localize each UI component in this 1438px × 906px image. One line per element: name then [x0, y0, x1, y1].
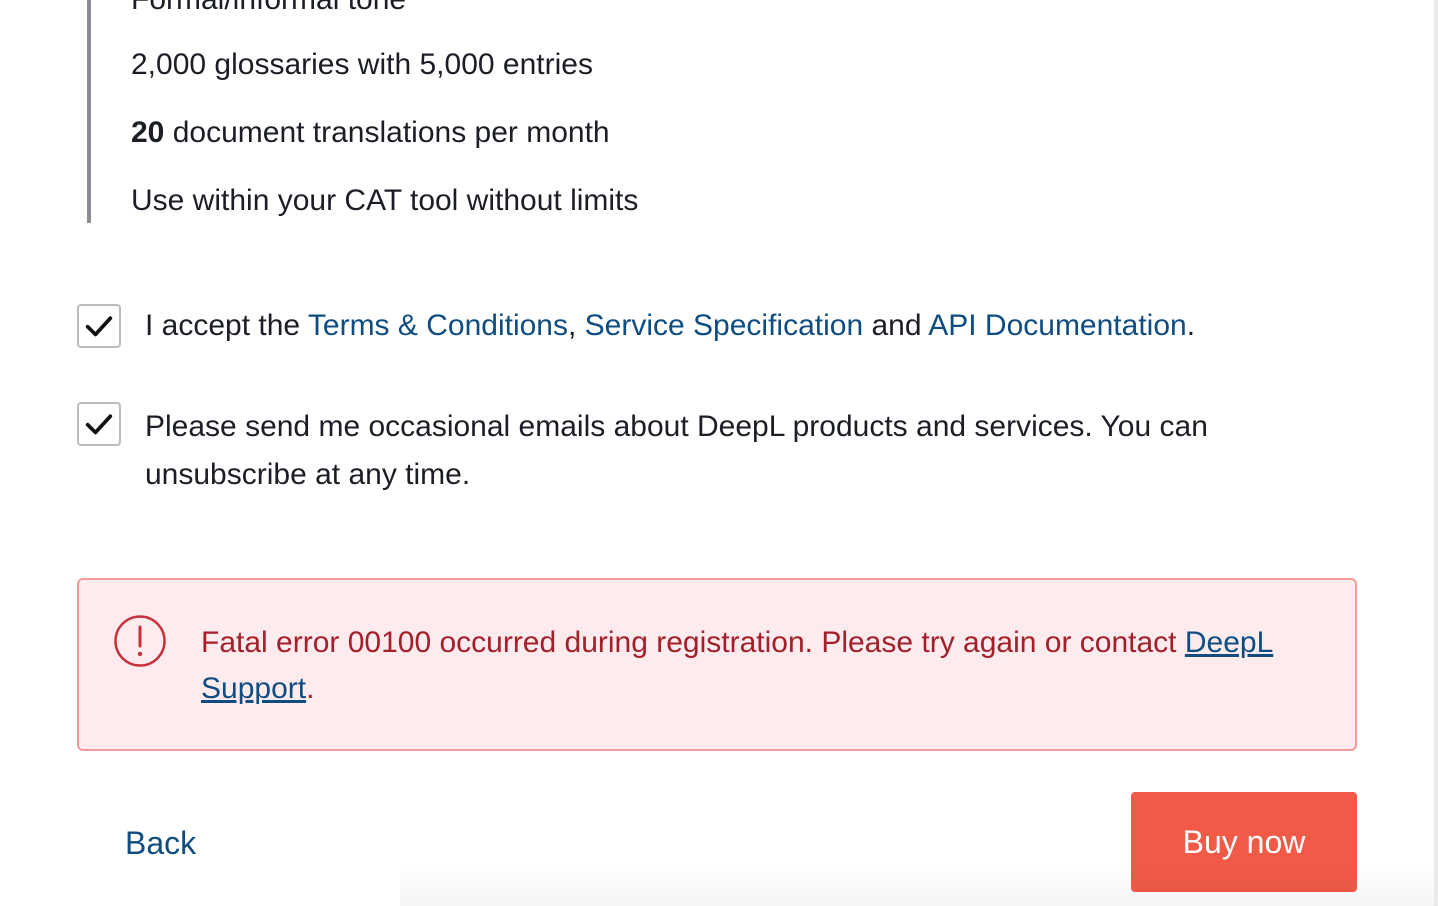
newsletter-consent-text: Please send me occasional emails about D… — [145, 410, 1208, 491]
terms-consent-text: I accept the Terms & Conditions, Service… — [145, 302, 1325, 350]
feature-documents-label: document translations per month — [164, 116, 610, 149]
feature-item-cat-tool: Use within your CAT tool without limits — [131, 184, 639, 217]
scrollbar-track[interactable] — [1434, 0, 1438, 906]
feature-item-glossaries: 2,000 glossaries with 5,000 entries — [131, 48, 593, 81]
error-message: Fatal error 00100 occurred during regist… — [201, 620, 1321, 712]
newsletter-checkbox[interactable] — [77, 402, 121, 446]
buy-now-button[interactable]: Buy now — [1131, 792, 1357, 892]
terms-consent-row: I accept the Terms & Conditions, Service… — [77, 304, 1325, 350]
feature-item-documents: 20 document translations per month — [131, 113, 610, 153]
terms-checkbox[interactable] — [77, 304, 121, 348]
feature-documents-count: 20 — [131, 116, 165, 149]
terms-suffix: . — [1186, 309, 1196, 342]
checkmark-icon — [85, 414, 113, 435]
error-message-suffix: . — [306, 672, 315, 705]
service-specification-link[interactable]: Service Specification — [585, 309, 863, 342]
plan-feature-list: Formal/informal tone 2,000 glossaries wi… — [87, 0, 991, 223]
feature-item-tone: Formal/informal tone — [131, 0, 406, 20]
back-button[interactable]: Back — [125, 822, 196, 864]
checkout-page: Formal/informal tone 2,000 glossaries wi… — [0, 0, 1438, 906]
terms-prefix: I accept the — [145, 309, 308, 342]
exclamation-circle-icon — [114, 615, 166, 667]
newsletter-consent-row: Please send me occasional emails about D… — [77, 402, 1325, 499]
checkmark-icon — [85, 316, 113, 337]
terms-and: and — [863, 309, 929, 342]
terms-separator: , — [568, 309, 585, 342]
error-message-text: Fatal error 00100 occurred during regist… — [201, 626, 1185, 659]
api-documentation-link[interactable]: API Documentation — [928, 309, 1186, 342]
registration-error-alert: Fatal error 00100 occurred during regist… — [77, 578, 1357, 751]
terms-conditions-link[interactable]: Terms & Conditions — [308, 309, 568, 342]
